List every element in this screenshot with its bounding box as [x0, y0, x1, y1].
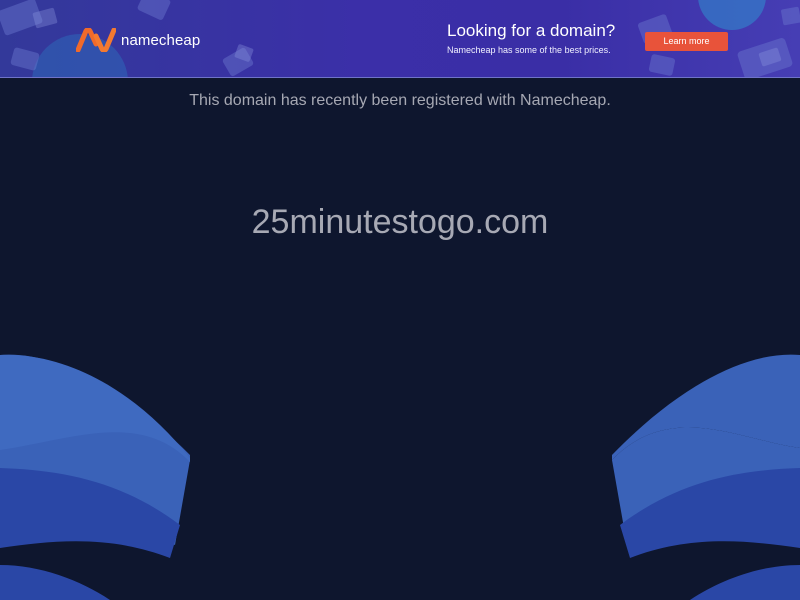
wave-decoration [0, 354, 800, 600]
parked-domain-page: namecheap Looking for a domain? Namechea… [0, 0, 800, 600]
